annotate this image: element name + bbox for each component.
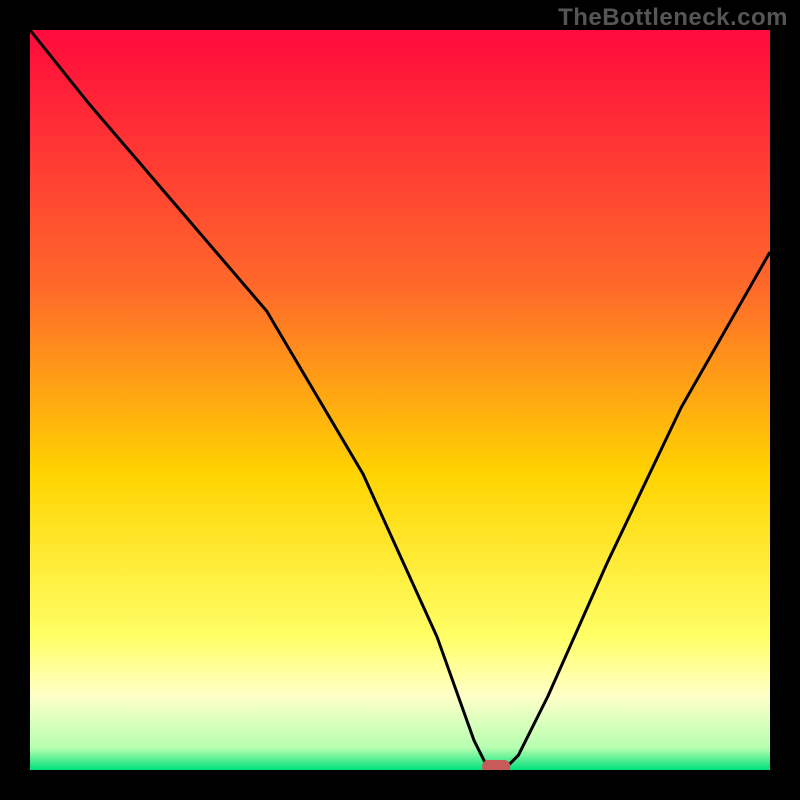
watermark-text: TheBottleneck.com bbox=[558, 4, 788, 32]
optimum-marker bbox=[482, 760, 510, 770]
plot-area bbox=[30, 30, 770, 770]
chart-frame: TheBottleneck.com bbox=[0, 0, 800, 800]
chart-svg bbox=[30, 30, 770, 770]
gradient-background bbox=[30, 30, 770, 770]
